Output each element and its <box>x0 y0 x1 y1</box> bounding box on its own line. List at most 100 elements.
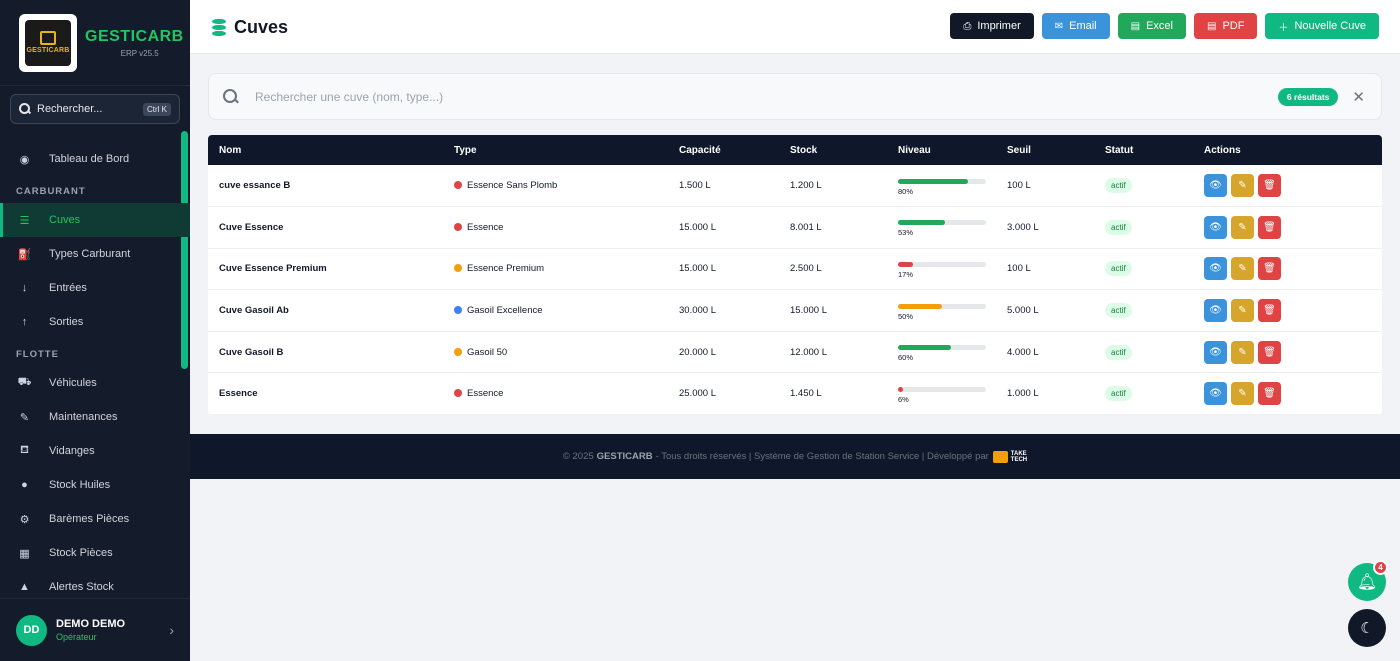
search-input[interactable] <box>255 89 1155 104</box>
user-name: DEMO DEMO <box>56 618 126 630</box>
status-badge: actif <box>1105 178 1132 194</box>
delete-button[interactable]: 🗑︎ <box>1258 340 1281 364</box>
sidebar-item-entrees[interactable]: ↓ Entrées <box>0 271 190 305</box>
cell-capacity: 20.000 L <box>679 346 716 358</box>
trash-icon: 🗑︎ <box>1263 305 1276 317</box>
sidebar-item-vidanges[interactable]: ⛾ Vidanges <box>0 434 190 468</box>
sidebar-item-label: Cuves <box>49 214 81 226</box>
cell-type: Essence Premium <box>443 248 668 290</box>
edit-button[interactable]: ✎ <box>1231 257 1254 281</box>
results-badge: 6 résultats <box>1277 87 1339 106</box>
brand-logo[interactable]: GESTICARB <box>19 13 77 72</box>
sidebar-item-tableau-de-bord[interactable]: ◉ Tableau de Bord <box>0 142 190 176</box>
sidebar-item-label: Stock Pièces <box>49 547 113 559</box>
new-tank-button[interactable]: ＋ Nouvelle Cuve <box>1265 13 1379 39</box>
level-bar-fill <box>898 345 951 351</box>
cell-status: actif <box>1094 165 1193 207</box>
cell-capacity: 15.000 L <box>679 263 716 275</box>
view-button[interactable]: 👁︎ <box>1204 215 1227 239</box>
column-header: Seuil <box>1007 144 1031 156</box>
header-actions: ⎙ Imprimer ✉ Email ▤ Excel ▤ PDF ＋ Nouvelle C… <box>950 13 1379 39</box>
edit-button[interactable]: ✎ <box>1231 174 1254 198</box>
delete-button[interactable]: 🗑︎ <box>1258 215 1281 239</box>
dark-mode-toggle[interactable]: ☾ <box>1348 609 1386 647</box>
cell-level: 60% <box>887 331 996 373</box>
fuel-color-dot <box>454 264 462 273</box>
view-button[interactable]: 👁︎ <box>1204 299 1227 323</box>
database-icon <box>212 19 226 36</box>
cell-name: Cuve Essence Premium <box>219 263 327 275</box>
cell-threshold: 100 L <box>1007 180 1031 192</box>
cell-type: Essence Sans Plomb <box>443 165 668 207</box>
sidebar: GESTICARB GESTICARB ERP v25.5 Rechercher… <box>0 0 190 661</box>
sidebar-search-label: Rechercher... <box>37 103 103 115</box>
delete-button[interactable]: 🗑︎ <box>1258 174 1281 198</box>
sidebar-item-cuves[interactable]: ☰ Cuves <box>0 203 190 237</box>
fuel-color-dot <box>454 347 462 356</box>
footer-brand: GESTICARB <box>596 451 653 462</box>
level-bar-fill <box>898 386 904 392</box>
cell-level: 80% <box>887 165 996 207</box>
file-pdf-icon: ▤ <box>1207 20 1217 32</box>
sidebar-item-stock-pieces[interactable]: ▦ Stock Pièces <box>0 536 190 570</box>
tanks-table-card: Nom Type Capacité Stock Niveau Seuil Statut Act… <box>208 135 1382 415</box>
delete-button[interactable]: 🗑︎ <box>1258 257 1281 281</box>
view-button[interactable]: 👁︎ <box>1204 257 1227 281</box>
cell-capacity: 25.000 L <box>679 388 716 400</box>
pdf-button[interactable]: ▤ PDF <box>1194 13 1258 39</box>
level-bar <box>898 303 986 309</box>
cell-status: actif <box>1094 331 1193 373</box>
trash-icon: 🗑︎ <box>1263 221 1276 233</box>
sidebar-item-sorties[interactable]: ↑ Sorties <box>0 305 190 339</box>
trash-icon: 🗑︎ <box>1263 346 1276 358</box>
cell-stock: 2.500 L <box>790 263 822 275</box>
envelope-icon: ✉ <box>1054 20 1064 32</box>
type-label: Essence <box>467 221 504 233</box>
print-button[interactable]: ⎙ Imprimer <box>950 13 1034 39</box>
edit-button[interactable]: ✎ <box>1231 299 1254 323</box>
cell-threshold: 5.000 L <box>1007 305 1039 317</box>
delete-button[interactable]: 🗑︎ <box>1258 299 1281 323</box>
edit-button[interactable]: ✎ <box>1231 340 1254 364</box>
sidebar-item-stock-huiles[interactable]: ● Stock Huiles <box>0 468 190 502</box>
edit-icon: ✎ <box>1238 221 1247 233</box>
view-button[interactable]: 👁︎ <box>1204 174 1227 198</box>
brand: GESTICARB GESTICARB ERP v25.5 <box>0 0 190 86</box>
cell-name: Cuve Essence <box>219 221 284 233</box>
shortcut-badge: Ctrl K <box>143 102 171 116</box>
view-button[interactable]: 👁︎ <box>1204 340 1227 364</box>
column-header: Niveau <box>898 144 931 156</box>
sidebar-item-vehicules[interactable]: ⛟ Véhicules <box>0 366 190 400</box>
close-icon[interactable]: ✕ <box>1352 88 1365 106</box>
email-label: Email <box>1069 20 1097 32</box>
sidebar-search[interactable]: Rechercher... Ctrl K <box>10 94 180 124</box>
cell-stock: 8.001 L <box>790 221 822 233</box>
excel-label: Excel <box>1146 20 1173 32</box>
view-button[interactable]: 👁︎ <box>1204 382 1227 406</box>
briefcase-icon <box>992 450 1008 463</box>
brand-version: ERP v25.5 <box>120 48 159 58</box>
cell-type: Essence <box>443 207 668 249</box>
sidebar-item-maintenances[interactable]: ✎ Maintenances <box>0 400 190 434</box>
trash-icon: 🗑︎ <box>1263 263 1276 275</box>
level-bar <box>898 178 986 184</box>
dev-logo-line2: TECH <box>1010 456 1028 463</box>
level-percent: 60% <box>898 353 914 363</box>
table-body: cuve essance B Essence Sans Plomb 1.500 L 1… <box>208 165 1382 415</box>
delete-button[interactable]: 🗑︎ <box>1258 382 1281 406</box>
plus-icon: ＋ <box>1278 22 1289 34</box>
sidebar-item-label: Alertes Stock <box>49 581 114 593</box>
user-profile[interactable]: DD DEMO DEMO Opérateur › <box>0 598 190 661</box>
edit-button[interactable]: ✎ <box>1231 382 1254 406</box>
edit-button[interactable]: ✎ <box>1231 215 1254 239</box>
excel-button[interactable]: ▤ Excel <box>1117 13 1186 39</box>
fuel-color-dot <box>454 181 462 190</box>
column-header: Statut <box>1105 144 1134 156</box>
developer-logo[interactable]: TAKE TECH <box>992 450 1028 463</box>
sidebar-item-baremes-pieces[interactable]: ⚙ Barèmes Pièces <box>0 502 190 536</box>
sidebar-item-types-carburant[interactable]: ⛽ Types Carburant <box>0 237 190 271</box>
sidebar-item-label: Maintenances <box>49 411 118 423</box>
search-icon <box>19 103 31 115</box>
cell-stock: 15.000 L <box>790 305 827 317</box>
email-button[interactable]: ✉ Email <box>1041 13 1110 39</box>
